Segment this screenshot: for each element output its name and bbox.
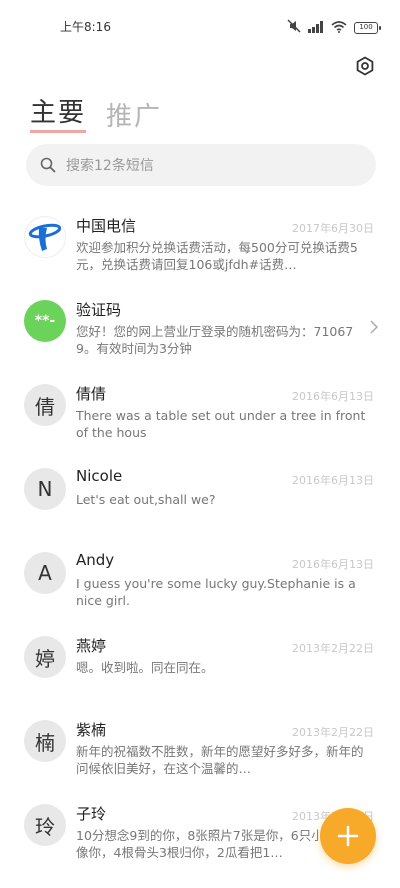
avatar: 玲 — [24, 804, 66, 846]
conversation-item[interactable]: A Andy 2016年6月13日 I guess you're some lu… — [0, 544, 400, 628]
search-bar[interactable]: 搜索12条短信 — [26, 144, 376, 186]
avatar: 婷 — [24, 636, 66, 678]
contact-name: 中国电信 — [76, 217, 137, 235]
avatar: 楠 — [24, 720, 66, 762]
message-date: 2013年2月22日 — [292, 642, 374, 655]
conversation-list: 中国电信 2017年6月30日 欢迎参加积分兑换话费活动，每500分可兑换话费5… — [0, 208, 400, 880]
conversation-item[interactable]: N Nicole 2016年6月13日 Let's eat out,shall … — [0, 460, 400, 544]
message-date: 2017年6月30日 — [292, 222, 374, 235]
mute-icon — [287, 18, 301, 37]
status-bar: 上午8:16 100 — [0, 0, 400, 56]
contact-name: 倩倩 — [76, 385, 107, 403]
message-snippet: Let's eat out,shall we? — [76, 492, 216, 507]
contact-name: 验证码 — [76, 301, 122, 319]
message-snippet: 新年的祝福数不胜数，新年的愿望好多好多，新年的问候依旧美好，在这个温馨的… — [76, 744, 364, 776]
china-telecom-logo-icon — [28, 223, 62, 251]
contact-name: Andy — [76, 551, 115, 569]
avatar: 倩 — [24, 384, 66, 426]
chevron-right-icon — [370, 319, 379, 338]
message-snippet: I guess you're some lucky guy.Stephanie … — [76, 576, 356, 608]
signal-icon — [308, 18, 324, 37]
contact-name: Nicole — [76, 467, 123, 485]
message-snippet: 欢迎参加积分兑换话费活动，每500分可兑换话费5元，兑换话费请回复106或jfd… — [76, 240, 358, 272]
avatar: **- — [24, 300, 66, 342]
plus-icon — [337, 825, 359, 847]
status-icons: 100 — [287, 18, 381, 37]
message-date: 2016年6月13日 — [292, 390, 374, 403]
settings-icon — [356, 56, 374, 76]
message-snippet: 嗯。收到啦。同在同在。 — [76, 660, 214, 675]
message-snippet: 您好！您的网上营业厅登录的随机密码为：710679。有效时间为3分钟 — [76, 324, 354, 356]
category-tabs: 主要 推广 — [30, 92, 162, 133]
avatar: N — [24, 468, 66, 510]
new-message-button[interactable] — [320, 808, 376, 864]
avatar — [24, 216, 66, 258]
conversation-item[interactable]: 婷 燕婷 2013年2月22日 嗯。收到啦。同在同在。 — [0, 628, 400, 712]
wifi-icon — [331, 18, 347, 37]
contact-name: 紫楠 — [76, 721, 107, 739]
message-snippet: There was a table set out under a tree i… — [76, 408, 366, 440]
tab-promotions[interactable]: 推广 — [106, 96, 162, 133]
battery-icon: 100 — [354, 21, 381, 34]
message-date: 2016年6月13日 — [292, 558, 374, 571]
contact-name: 子玲 — [76, 805, 107, 823]
conversation-item[interactable]: **- 验证码 您好！您的网上营业厅登录的随机密码为：710679。有效时间为3… — [0, 292, 400, 376]
contact-name: 燕婷 — [76, 637, 107, 655]
conversation-item[interactable]: 倩 倩倩 2016年6月13日 There was a table set ou… — [0, 376, 400, 460]
conversation-item[interactable]: 楠 紫楠 2013年2月22日 新年的祝福数不胜数，新年的愿望好多好多，新年的问… — [0, 712, 400, 796]
search-icon — [40, 157, 56, 173]
message-date: 2016年6月13日 — [292, 474, 374, 487]
message-date: 2013年2月22日 — [292, 726, 374, 739]
status-time: 上午8:16 — [60, 20, 111, 34]
settings-button[interactable] — [354, 55, 376, 77]
tab-main[interactable]: 主要 — [30, 92, 87, 133]
avatar: A — [24, 552, 66, 594]
search-placeholder: 搜索12条短信 — [66, 158, 154, 174]
conversation-item[interactable]: 中国电信 2017年6月30日 欢迎参加积分兑换话费活动，每500分可兑换话费5… — [0, 208, 400, 292]
